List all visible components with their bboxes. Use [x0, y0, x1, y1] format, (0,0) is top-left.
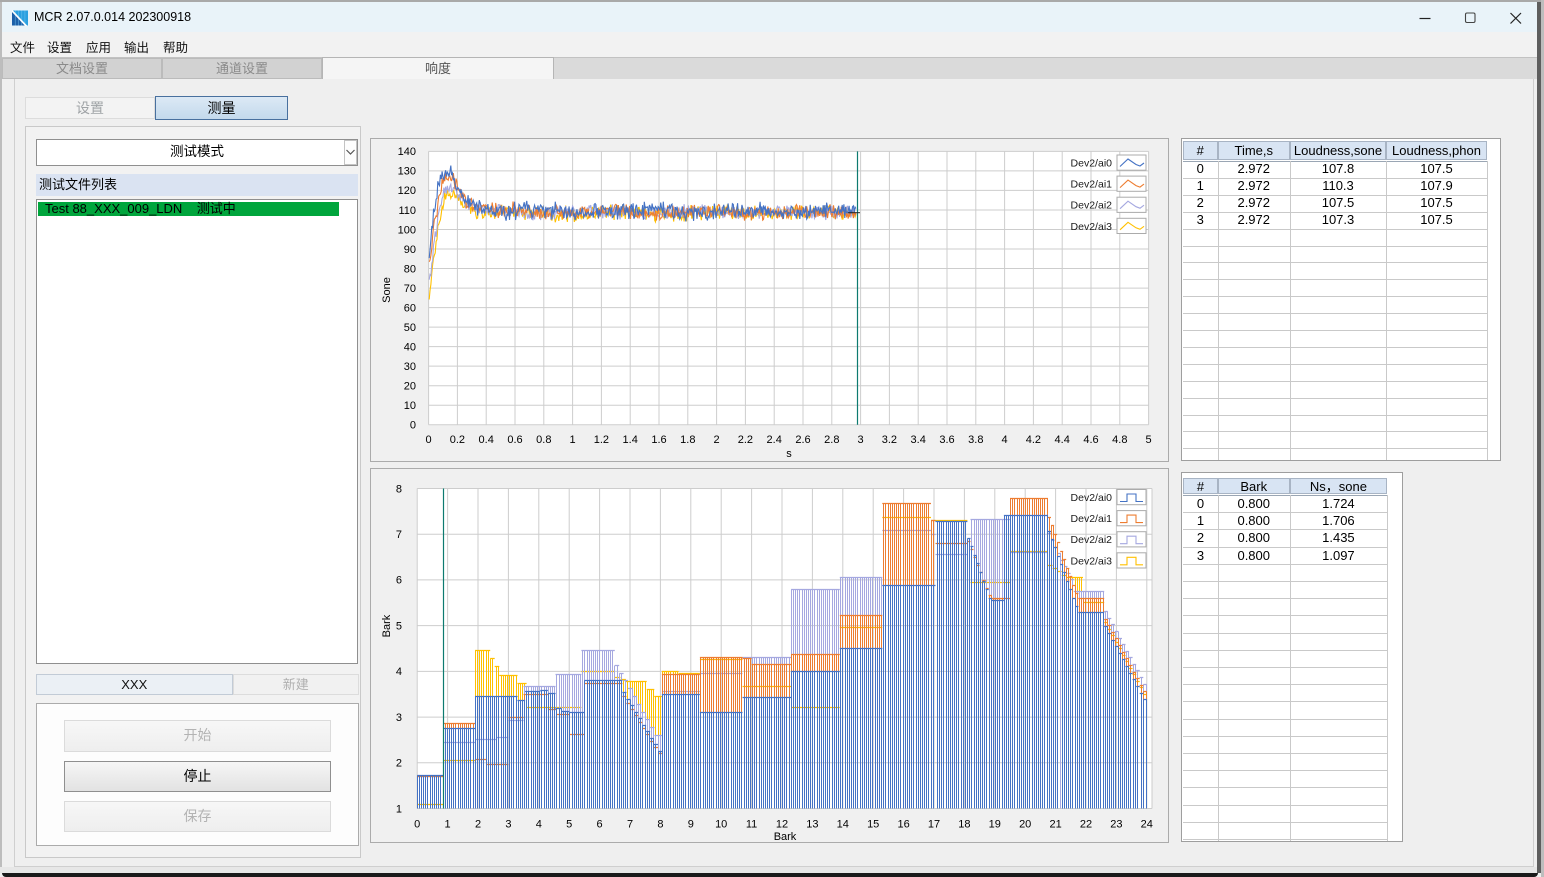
svg-text:90: 90 [404, 244, 416, 256]
svg-text:3.2: 3.2 [882, 434, 897, 446]
svg-text:18: 18 [958, 819, 970, 831]
svg-text:7: 7 [396, 529, 402, 541]
svg-text:8: 8 [657, 819, 663, 831]
svg-text:23: 23 [1110, 819, 1122, 831]
svg-text:6: 6 [597, 819, 603, 831]
svg-text:4.4: 4.4 [1055, 434, 1070, 446]
svg-text:50: 50 [404, 322, 416, 334]
svg-text:10: 10 [404, 400, 416, 412]
svg-text:Bark: Bark [774, 831, 797, 843]
svg-text:1.8: 1.8 [680, 434, 695, 446]
svg-text:0.8: 0.8 [536, 434, 551, 446]
svg-text:24: 24 [1141, 819, 1153, 831]
svg-text:8: 8 [396, 483, 402, 495]
svg-text:21: 21 [1049, 819, 1061, 831]
svg-text:0.6: 0.6 [507, 434, 522, 446]
svg-text:Dev2/ai2: Dev2/ai2 [1071, 200, 1113, 212]
svg-text:3: 3 [505, 819, 511, 831]
svg-text:20: 20 [1019, 819, 1031, 831]
svg-text:5: 5 [396, 620, 402, 632]
svg-text:Dev2/ai1: Dev2/ai1 [1071, 179, 1113, 191]
svg-text:4.8: 4.8 [1112, 434, 1127, 446]
svg-text:Sone: Sone [381, 277, 393, 303]
svg-text:4.2: 4.2 [1026, 434, 1041, 446]
svg-text:22: 22 [1080, 819, 1092, 831]
svg-text:3.4: 3.4 [911, 434, 926, 446]
svg-text:0.2: 0.2 [450, 434, 465, 446]
svg-text:140: 140 [398, 146, 416, 158]
svg-text:s: s [786, 448, 792, 460]
svg-text:2: 2 [714, 434, 720, 446]
svg-text:7: 7 [627, 819, 633, 831]
svg-text:10: 10 [715, 819, 727, 831]
svg-text:9: 9 [688, 819, 694, 831]
svg-text:4: 4 [1002, 434, 1008, 446]
svg-text:1: 1 [396, 803, 402, 815]
svg-text:0: 0 [414, 819, 420, 831]
svg-text:2.2: 2.2 [738, 434, 753, 446]
svg-text:3.6: 3.6 [939, 434, 954, 446]
svg-text:0.4: 0.4 [479, 434, 494, 446]
svg-text:110: 110 [398, 205, 416, 217]
svg-text:Dev2/ai3: Dev2/ai3 [1071, 221, 1113, 233]
svg-text:1: 1 [570, 434, 576, 446]
svg-text:Bark: Bark [381, 614, 393, 637]
svg-text:100: 100 [398, 224, 416, 236]
svg-text:Dev2/ai0: Dev2/ai0 [1071, 158, 1113, 170]
svg-text:40: 40 [404, 341, 416, 353]
svg-text:Dev2/ai2: Dev2/ai2 [1071, 534, 1113, 546]
svg-text:4: 4 [396, 666, 402, 678]
svg-text:12: 12 [776, 819, 788, 831]
svg-text:1.2: 1.2 [594, 434, 609, 446]
svg-text:4.6: 4.6 [1083, 434, 1098, 446]
svg-text:3: 3 [396, 712, 402, 724]
svg-text:2: 2 [475, 819, 481, 831]
svg-text:2.4: 2.4 [767, 434, 782, 446]
svg-text:1: 1 [445, 819, 451, 831]
svg-text:120: 120 [398, 185, 416, 197]
svg-text:13: 13 [806, 819, 818, 831]
svg-text:1.6: 1.6 [651, 434, 666, 446]
svg-text:0: 0 [410, 420, 416, 432]
svg-text:20: 20 [404, 381, 416, 393]
svg-text:3.8: 3.8 [968, 434, 983, 446]
svg-text:16: 16 [897, 819, 909, 831]
svg-text:5: 5 [1146, 434, 1152, 446]
svg-text:1.4: 1.4 [623, 434, 638, 446]
svg-text:5: 5 [566, 819, 572, 831]
svg-text:Dev2/ai3: Dev2/ai3 [1071, 555, 1113, 567]
svg-text:17: 17 [928, 819, 940, 831]
svg-text:Dev2/ai1: Dev2/ai1 [1071, 513, 1113, 525]
svg-text:2: 2 [396, 758, 402, 770]
svg-text:4: 4 [536, 819, 542, 831]
svg-text:70: 70 [404, 283, 416, 295]
svg-text:80: 80 [404, 263, 416, 275]
svg-text:2.8: 2.8 [824, 434, 839, 446]
svg-text:60: 60 [404, 302, 416, 314]
svg-text:2.6: 2.6 [795, 434, 810, 446]
svg-text:15: 15 [867, 819, 879, 831]
svg-text:130: 130 [398, 166, 416, 178]
svg-text:19: 19 [989, 819, 1001, 831]
svg-text:3: 3 [858, 434, 864, 446]
svg-text:0: 0 [426, 434, 432, 446]
svg-text:6: 6 [396, 575, 402, 587]
svg-text:14: 14 [837, 819, 849, 831]
svg-text:11: 11 [746, 819, 757, 831]
svg-text:Dev2/ai0: Dev2/ai0 [1071, 492, 1113, 504]
svg-text:30: 30 [404, 361, 416, 373]
